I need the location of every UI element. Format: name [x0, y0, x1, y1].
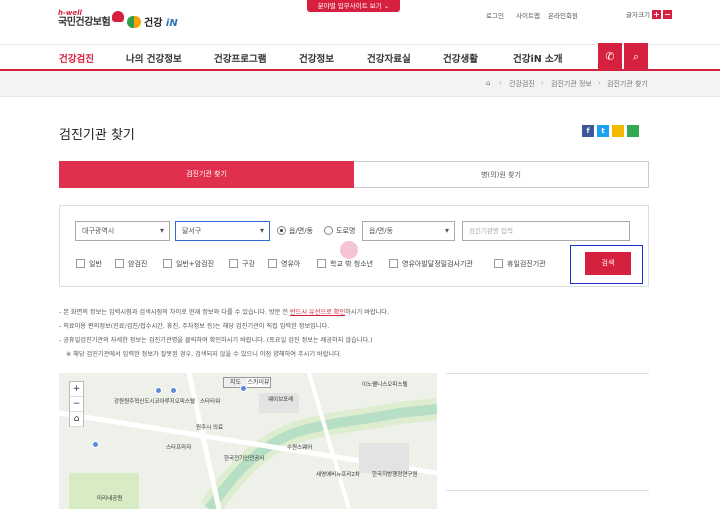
- notice-1-post: 하시기 바랍니다.: [345, 309, 389, 316]
- facebook-share-icon[interactable]: f: [582, 125, 594, 137]
- map-label: 강원원주혁신도시코아루지오피스텔: [114, 399, 195, 405]
- checkbox-oral-label: 구강: [242, 260, 255, 268]
- checkbox-development-label: 영유아발달정밀검사기관: [402, 260, 473, 268]
- map-marker-icon[interactable]: [240, 385, 247, 392]
- util-login[interactable]: 로그인: [470, 10, 504, 20]
- healthin-logo[interactable]: 건강 iN: [127, 14, 178, 29]
- notice-1-highlight: 반드시 유선으로 확인: [289, 309, 346, 316]
- search-button[interactable]: 검색: [585, 252, 631, 275]
- font-size-control: 글자크기 + −: [626, 9, 672, 19]
- map-label: 웨이브포레: [268, 397, 294, 403]
- tab-checkup-center[interactable]: 검진기관 찾기: [59, 161, 354, 188]
- results-divider: [446, 490, 649, 491]
- logo-hwell: h-well: [58, 9, 82, 17]
- notice-3: - 공휴일검진기관의 자세한 정보는 검진기관명을 클릭하여 확인하시기 바랍니…: [59, 337, 373, 344]
- nav-about[interactable]: 건강iN 소개: [513, 51, 562, 65]
- nav-program[interactable]: 건강프로그램: [214, 51, 266, 65]
- map-label: 원주시 의료: [196, 425, 224, 431]
- map-view[interactable]: [59, 373, 437, 509]
- map-label: 한국지방행정연구원: [372, 472, 418, 478]
- checkbox-youth[interactable]: [317, 259, 326, 268]
- map-home-button[interactable]: ⌂: [70, 412, 83, 427]
- util-member-label: 온라인회원: [548, 12, 578, 20]
- phone-icon[interactable]: ✆: [598, 43, 622, 70]
- site-menu-label: 분야별 업무사이트 보기: [317, 2, 382, 10]
- chevron-right-icon: ›: [541, 79, 544, 87]
- notice-1-pre: - 본 화면의 정보는 입력시점과 검색시점의 차이로 현재 정보와 다를 수 …: [59, 309, 290, 316]
- notice-4: ※ 해당 검진기관에서 입력한 정보가 잘못된 경우, 검색되지 않을 수 있으…: [66, 351, 342, 358]
- map-label: 한국전기안전공사: [224, 456, 265, 462]
- map-zoom-control: + − ⌂: [69, 381, 84, 427]
- map-label: 수원스웨어: [287, 445, 313, 451]
- map-marker-icon[interactable]: [155, 387, 162, 394]
- nav-my-health[interactable]: 나의 건강정보: [126, 51, 182, 65]
- tab-hospital[interactable]: 병(의)원 찾기: [354, 161, 649, 188]
- healthin-logo-prefix: 건강: [144, 18, 163, 29]
- dong-select[interactable]: 읍/면/동: [362, 221, 455, 241]
- breadcrumb-item-checkup[interactable]: 건강검진: [509, 79, 535, 89]
- map-type-skyview[interactable]: 스카이뷰: [247, 378, 270, 387]
- map-label: 스타타워: [200, 399, 221, 405]
- map-canvas: [59, 373, 437, 509]
- map-label: 세영에비뉴프리2차: [316, 472, 360, 478]
- page-title: 검진기관 찾기: [59, 128, 135, 143]
- map-marker-icon[interactable]: [170, 387, 177, 394]
- checkbox-cancer[interactable]: [115, 259, 124, 268]
- checkbox-infant[interactable]: [268, 259, 277, 268]
- nav-life[interactable]: 건강생활: [443, 51, 478, 65]
- chevron-right-icon: ›: [499, 79, 502, 87]
- healthin-logo-suffix: iN: [165, 18, 178, 29]
- cursor-stamp-icon: [340, 241, 358, 259]
- checkbox-general-cancer[interactable]: [163, 259, 172, 268]
- radio-road[interactable]: [324, 226, 333, 235]
- nav-health-info[interactable]: 건강정보: [299, 51, 334, 65]
- nhis-logo[interactable]: h-well 국민건강보험: [58, 9, 125, 28]
- chevron-down-icon: ⌄: [383, 2, 390, 10]
- healthin-logo-icon: [127, 15, 141, 28]
- checkbox-general-label: 일반: [89, 260, 102, 268]
- radio-dong[interactable]: [277, 226, 286, 235]
- nav-checkup[interactable]: 건강검진: [59, 51, 94, 65]
- map-label: 스타프라자: [166, 445, 192, 451]
- site-menu-button[interactable]: 분야별 업무사이트 보기 ⌄: [307, 0, 400, 12]
- nav-archive[interactable]: 건강자료실: [367, 51, 411, 65]
- notice-2: - 의료이용 편의정보(진료/검진/접수시간, 휴진, 주차정보 등)는 해당 …: [59, 323, 330, 330]
- font-increase-button[interactable]: +: [651, 9, 661, 19]
- font-size-label: 글자크기: [626, 11, 650, 19]
- chevron-right-icon: ›: [598, 79, 601, 87]
- font-decrease-button[interactable]: −: [662, 9, 672, 19]
- checkbox-holiday-label: 휴일검진기관: [507, 260, 546, 268]
- results-divider: [446, 373, 649, 374]
- checkbox-oral[interactable]: [229, 259, 238, 268]
- district-select[interactable]: 달서구: [175, 221, 270, 241]
- kakao-share-icon[interactable]: [612, 125, 624, 137]
- breadcrumb-item-info[interactable]: 검진기관 정보: [551, 79, 592, 89]
- print-icon[interactable]: [627, 125, 639, 137]
- search-icon[interactable]: ⌕: [624, 43, 648, 70]
- checkbox-infant-label: 영유아: [281, 260, 301, 268]
- twitter-share-icon[interactable]: t: [597, 125, 609, 137]
- checkbox-development[interactable]: [389, 259, 398, 268]
- radio-dong-label: 읍/면/동: [289, 227, 314, 235]
- zoom-out-button[interactable]: −: [70, 397, 83, 412]
- checkbox-youth-label: 학교 밖 청소년: [330, 260, 374, 268]
- map-marker-icon[interactable]: [92, 441, 99, 448]
- checkbox-holiday[interactable]: [494, 259, 503, 268]
- heart-icon: [112, 10, 125, 22]
- home-icon[interactable]: ⌂: [486, 79, 490, 87]
- logo-nhis-text: 국민건강보험: [58, 17, 111, 28]
- checkbox-general[interactable]: [76, 259, 85, 268]
- checkbox-general-cancer-label: 일반+암검진: [176, 260, 215, 268]
- map-label: 미리내공원: [97, 496, 123, 502]
- breadcrumb-item-current: 검진기관 찾기: [607, 80, 648, 88]
- map-label: 이노웰니스오피스텔: [362, 382, 408, 388]
- city-select[interactable]: 대구광역시: [75, 221, 170, 241]
- center-name-input[interactable]: 검진기관명 입력: [462, 221, 630, 241]
- notice-1: - 본 화면의 정보는 입력시점과 검색시점의 차이로 현재 정보와 다를 수 …: [59, 307, 389, 316]
- checkbox-cancer-label: 암검진: [128, 260, 148, 268]
- radio-road-label: 도로명: [336, 227, 356, 235]
- map-type-toggle[interactable]: 지도 스카이뷰: [223, 377, 271, 388]
- util-member[interactable]: 온라인회원: [532, 10, 578, 20]
- zoom-in-button[interactable]: +: [70, 382, 83, 397]
